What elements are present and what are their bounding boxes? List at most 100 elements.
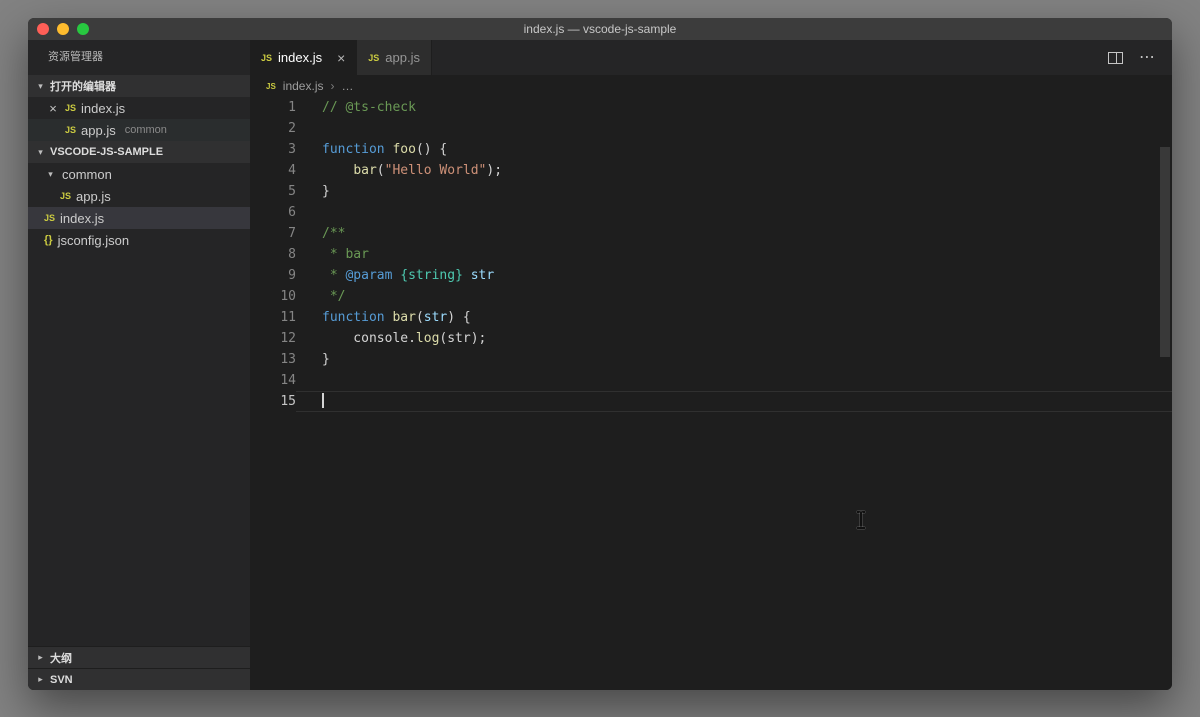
line-content — [296, 118, 1172, 139]
json-file-icon: {} — [44, 234, 53, 246]
line-content: */ — [322, 289, 346, 304]
line-content: console.log(str); — [322, 331, 487, 346]
code-line-7[interactable]: 7 /** — [250, 223, 1172, 244]
tab-index.js[interactable]: JS index.js × — [250, 40, 358, 75]
line-number: 5 — [288, 184, 296, 199]
folder-common[interactable]: ▾ common — [28, 163, 250, 185]
vscode-window: index.js — vscode-js-sample 资源管理器 ▾ 打开的编… — [28, 18, 1172, 690]
code-editor[interactable]: 1 // @ts-check 2 3 function foo() { 4 bar("He… — [250, 97, 1172, 690]
chevron-right-icon: ▸ — [38, 674, 43, 684]
js-file-icon: JS — [44, 213, 56, 223]
tree-item-label: common — [62, 166, 112, 182]
explorer-title: 资源管理器 — [48, 51, 103, 63]
file-app.js[interactable]: JS app.js — [28, 185, 250, 207]
workspace-header[interactable]: ▾ VSCODE-JS-SAMPLE — [28, 141, 250, 163]
line-number: 7 — [288, 226, 296, 241]
js-file-icon: JS — [65, 103, 77, 113]
breadcrumb-more[interactable]: … — [341, 79, 353, 93]
tab-label: app.js — [385, 50, 420, 65]
file-tree: ▾ common JS app.js JS index.js {} jsconfig.json — [28, 163, 250, 251]
line-number: 10 — [280, 289, 296, 304]
code-lines: 1 // @ts-check 2 3 function foo() { 4 bar("He… — [250, 97, 1172, 412]
line-content: /** — [322, 226, 346, 241]
line-content — [296, 202, 1172, 223]
code-line-5[interactable]: 5} — [250, 181, 1172, 202]
code-line-6[interactable]: 6 — [250, 202, 1172, 223]
minimize-window-button[interactable] — [57, 23, 69, 35]
code-line-8[interactable]: 8 * bar — [250, 244, 1172, 265]
code-line-14[interactable]: 14 — [250, 370, 1172, 391]
code-line-13[interactable]: 13} — [250, 349, 1172, 370]
js-file-icon: JS — [65, 125, 77, 135]
section-大纲[interactable]: ▸ 大纲 — [28, 646, 250, 668]
chevron-right-icon: ▸ — [38, 652, 43, 662]
line-content: bar("Hello World"); — [353, 163, 503, 178]
editor-actions: ⋯ — [1108, 40, 1172, 75]
chevron-right-icon: › — [330, 79, 335, 93]
line-content: // @ts-check — [322, 100, 416, 115]
line-content: * @param {string} str — [322, 268, 495, 283]
code-line-2[interactable]: 2 — [250, 118, 1172, 139]
code-line-12[interactable]: 12 console.log(str); — [250, 328, 1172, 349]
code-line-15[interactable]: 15 — [250, 391, 1172, 412]
code-line-11[interactable]: 11 function bar(str) { — [250, 307, 1172, 328]
open-editor-app.js[interactable]: JS app.js common — [28, 119, 250, 141]
line-content: function bar(str) { — [322, 310, 471, 325]
line-content: } — [322, 352, 330, 367]
breadcrumb[interactable]: JS index.js › … — [250, 75, 1172, 97]
line-content: * bar — [322, 247, 369, 262]
file-jsconfig.json[interactable]: {} jsconfig.json — [28, 229, 250, 251]
breadcrumb-file[interactable]: index.js — [283, 79, 324, 93]
line-number: 15 — [280, 394, 296, 409]
line-content: function foo() { — [322, 142, 448, 157]
chevron-down-icon: ▾ — [38, 80, 43, 91]
chevron-down-icon: ▾ — [38, 146, 43, 157]
more-actions-icon[interactable]: ⋯ — [1139, 49, 1156, 65]
editor-scrollbar[interactable] — [1160, 147, 1170, 357]
open-editors-header[interactable]: ▾ 打开的编辑器 — [28, 75, 250, 97]
text-caret — [322, 393, 324, 408]
zoom-window-button[interactable] — [77, 23, 89, 35]
line-number: 11 — [280, 310, 296, 325]
close-window-button[interactable] — [37, 23, 49, 35]
chevron-down-icon: ▾ — [48, 168, 53, 179]
explorer-sidebar: 资源管理器 ▾ 打开的编辑器 × JS index.js JS app.js common… — [28, 40, 250, 690]
window-title: index.js — vscode-js-sample — [523, 22, 677, 36]
file-index.js[interactable]: JS index.js — [28, 207, 250, 229]
tab-app.js[interactable]: JS app.js — [357, 40, 432, 75]
section-label: SVN — [50, 673, 73, 686]
section-SVN[interactable]: ▸ SVN — [28, 668, 250, 690]
open-editors-list: × JS index.js JS app.js common — [28, 97, 250, 141]
open-editor-detail: common — [124, 124, 167, 136]
titlebar[interactable]: index.js — vscode-js-sample — [28, 18, 1172, 40]
code-line-4[interactable]: 4 bar("Hello World"); — [250, 160, 1172, 181]
line-number: 9 — [288, 268, 296, 283]
code-line-3[interactable]: 3 function foo() { — [250, 139, 1172, 160]
code-line-10[interactable]: 10 */ — [250, 286, 1172, 307]
code-line-1[interactable]: 1 // @ts-check — [250, 97, 1172, 118]
split-editor-icon[interactable] — [1108, 51, 1123, 64]
tabs: JS index.js × JS app.js — [250, 40, 432, 75]
open-editor-index.js[interactable]: × JS index.js — [28, 97, 250, 119]
line-number: 8 — [288, 247, 296, 262]
tree-item-label: jsconfig.json — [57, 232, 130, 248]
code-line-9[interactable]: 9 * @param {string} str — [250, 265, 1172, 286]
open-editors-label: 打开的编辑器 — [50, 81, 116, 93]
js-file-icon: JS — [368, 52, 380, 63]
tab-label: index.js — [278, 50, 323, 65]
tab-bar: JS index.js × JS app.js ⋯ — [250, 40, 1172, 75]
open-editor-label: app.js — [81, 122, 116, 138]
js-file-icon: JS — [266, 81, 276, 91]
open-editor-label: index.js — [81, 100, 126, 116]
close-editor-icon[interactable]: × — [46, 101, 60, 116]
section-label: 大纲 — [50, 652, 72, 665]
line-number: 4 — [288, 163, 296, 178]
line-number: 3 — [288, 142, 296, 157]
tree-item-label: index.js — [60, 210, 105, 226]
js-file-icon: JS — [261, 52, 273, 63]
line-number: 14 — [280, 373, 296, 388]
line-number: 6 — [288, 205, 296, 220]
line-number: 13 — [280, 352, 296, 367]
close-tab-icon[interactable]: × — [337, 50, 345, 66]
line-content — [296, 370, 1172, 391]
